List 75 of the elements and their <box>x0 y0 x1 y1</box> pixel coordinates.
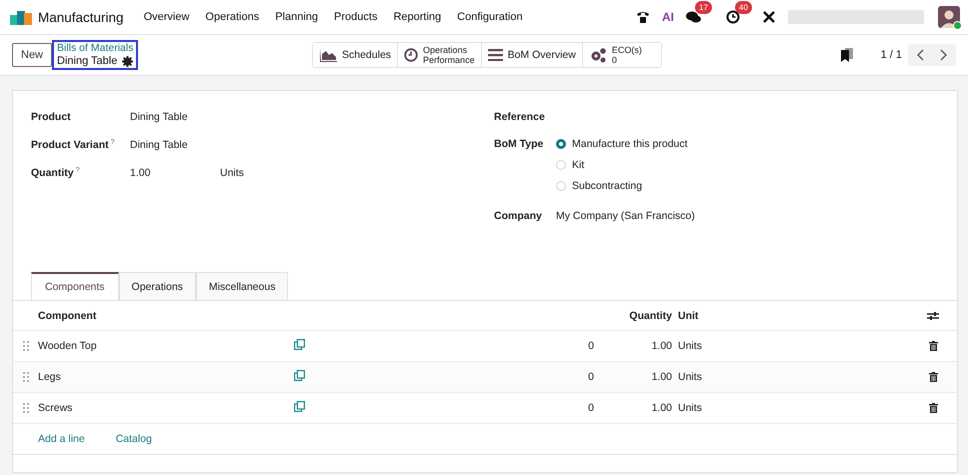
field-value[interactable]: 1.00 <box>130 167 220 179</box>
drag-handle-icon[interactable] <box>22 341 28 351</box>
trash-icon[interactable] <box>928 341 938 351</box>
copy-icon[interactable] <box>294 339 305 350</box>
field-value[interactable]: My Company (San Francisco) <box>556 210 695 222</box>
field-label: Reference <box>494 111 545 123</box>
table-link[interactable]: Catalog <box>116 433 152 445</box>
column-header[interactable]: Unit <box>672 310 918 322</box>
table-cell-text: Legs <box>38 371 62 383</box>
table-cell-text: Units <box>677 340 703 352</box>
field-label: Company <box>494 210 542 222</box>
tab[interactable]: Operations <box>118 272 196 300</box>
menu-item[interactable]: Overview <box>136 11 198 23</box>
avatar[interactable] <box>938 6 960 28</box>
tab[interactable]: Components <box>31 272 119 300</box>
radio-option[interactable]: Subcontracting <box>556 180 688 192</box>
field-label: Product <box>31 111 71 123</box>
chat-icon[interactable] <box>686 10 702 24</box>
copy-icon[interactable] <box>294 370 305 381</box>
field-value[interactable]: Units <box>220 167 244 179</box>
field-value[interactable]: Dining Table <box>130 111 220 123</box>
table-cell-text: Screws <box>38 402 74 414</box>
help-tooltip[interactable]: ? <box>76 167 80 174</box>
field-label: Quantity <box>31 167 74 179</box>
table-cell-text: 0 <box>587 402 594 414</box>
column-header[interactable]: Component <box>38 310 294 322</box>
app-name[interactable]: Manufacturing <box>38 10 124 24</box>
field-label: BoM Type <box>494 138 544 150</box>
breadcrumb-link[interactable]: Bills of Materials <box>57 42 134 55</box>
radio-option[interactable]: Kit <box>556 159 688 171</box>
column-header[interactable]: Quantity <box>594 310 672 322</box>
field-label: Product Variant <box>31 139 109 151</box>
table-cell-text: Wooden Top <box>38 340 98 352</box>
phone-icon[interactable] <box>636 10 650 24</box>
online-status-icon <box>953 21 962 30</box>
smart-button[interactable]: Schedules <box>313 43 398 67</box>
count-badge: 40 <box>735 1 752 14</box>
menu-item[interactable]: Operations <box>197 11 268 23</box>
clock-icon[interactable] <box>726 10 740 24</box>
chevron-left-icon <box>916 49 924 61</box>
ai-button[interactable]: AI <box>662 10 674 24</box>
copy-icon[interactable] <box>294 401 305 412</box>
radio-button[interactable] <box>556 139 566 149</box>
sliders-icon[interactable] <box>927 310 939 320</box>
table-cell-text: 0 <box>587 340 594 352</box>
field-value[interactable]: Dining Table <box>130 139 220 151</box>
radio-option[interactable]: Manufacture this product <box>556 138 688 150</box>
table-cell-text: 1.00 <box>650 402 672 414</box>
drag-handle-icon[interactable] <box>22 403 28 413</box>
table-cell-text: Units <box>677 371 703 383</box>
help-tooltip[interactable]: ? <box>110 139 115 146</box>
menu-item[interactable]: Configuration <box>449 11 531 23</box>
drag-handle-icon[interactable] <box>22 372 28 382</box>
menu-item[interactable]: Products <box>326 11 386 23</box>
list-icon <box>488 49 503 61</box>
trash-icon[interactable] <box>928 403 938 413</box>
table-cell-text: 0 <box>587 371 594 383</box>
pager-value: 1 / 1 <box>880 49 902 61</box>
new-button[interactable]: New <box>12 43 52 67</box>
bookmarks-icon[interactable] <box>840 48 853 62</box>
table-cell-text: 1.00 <box>650 340 672 352</box>
area-chart-icon <box>319 48 337 62</box>
menu-item[interactable]: Reporting <box>385 11 450 23</box>
table-cell-text: Units <box>677 402 703 414</box>
trash-icon[interactable] <box>928 372 938 382</box>
menu-item[interactable]: Planning <box>267 11 326 23</box>
record-title: Dining Table <box>57 55 118 68</box>
tab[interactable]: Miscellaneous <box>196 272 288 300</box>
table-cell-text: 1.00 <box>650 371 672 383</box>
settings-icon[interactable] <box>122 56 134 67</box>
count-badge: 17 <box>695 1 712 14</box>
app-logo-icon[interactable] <box>10 9 32 25</box>
table-link[interactable]: Add a line <box>38 433 85 445</box>
clock-icon <box>404 48 418 62</box>
chevron-right-icon <box>940 49 948 61</box>
